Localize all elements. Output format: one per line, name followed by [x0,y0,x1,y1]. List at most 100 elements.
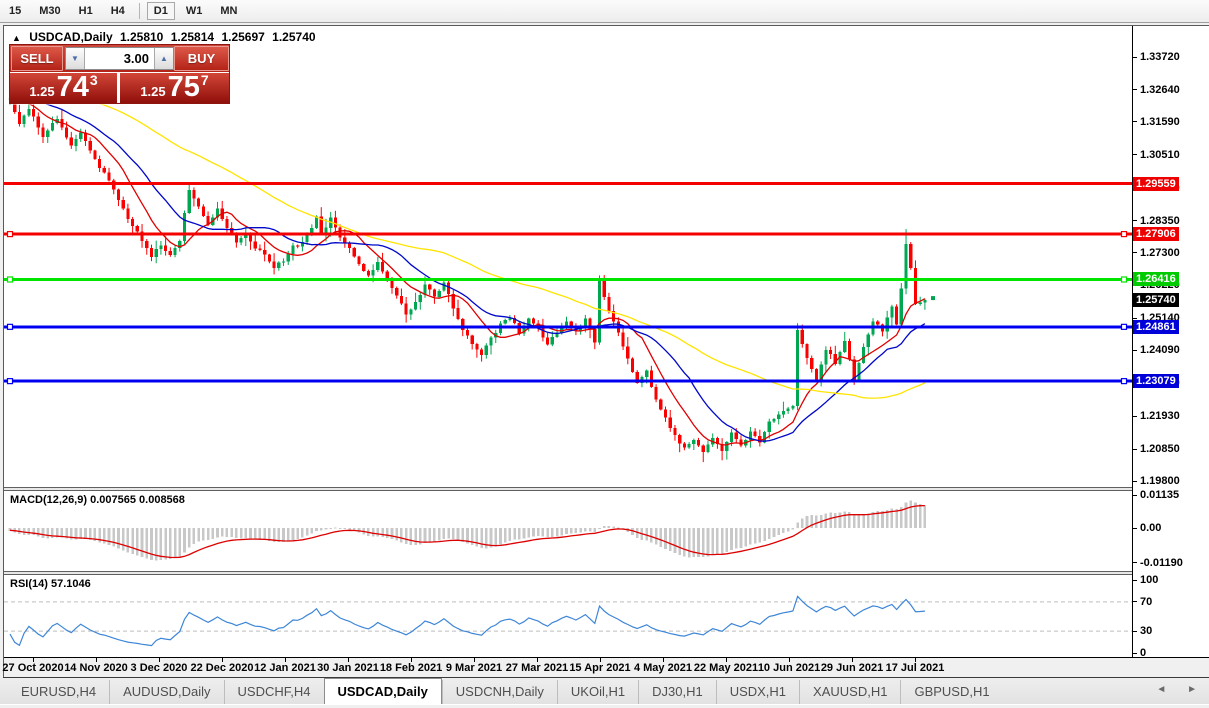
timeframe-button-15[interactable]: 15 [2,2,28,20]
timeframe-toolbar: 15 M30 H1 H4 D1 W1 MN [0,0,1209,23]
status-strip [0,704,1209,708]
timeframe-button-d1[interactable]: D1 [146,2,175,20]
axis-tick [1133,580,1137,581]
timeframe-button-mn[interactable]: MN [213,2,244,20]
chart-tab-usdx-h1[interactable]: USDX,H1 [715,680,799,704]
price-line-badge: 1.29559 [1133,177,1179,191]
price-tick-label: 1.24090 [1140,344,1180,356]
chart-tab-bar: EURUSD,H4 AUDUSD,Daily USDCHF,H4 USDCAD,Dai… [0,678,1209,704]
time-axis-line [4,657,1209,658]
chart-tab-usdcad-daily[interactable]: USDCAD,Daily [323,678,442,704]
axis-tick [1133,57,1137,58]
rsi-name: RSI(14) [10,578,48,590]
rsi-label: RSI(14) 57.1046 [10,578,91,590]
chart-tab-ukoil-h1[interactable]: UKOil,H1 [556,680,638,704]
date-label: 10 Jun 2021 [757,662,821,674]
axis-tick [1133,89,1137,90]
price-line-badge: 1.24861 [1133,320,1179,334]
tab-scroll-right-icon[interactable]: ► [1187,684,1197,695]
volume-field[interactable]: 3.00 [85,48,154,69]
rsi-tick-label: 30 [1140,625,1153,637]
volume-increase-icon[interactable]: ▲ [154,48,173,69]
buy-pips: 75 [167,71,200,103]
price-tick-label: 1.32640 [1140,84,1180,96]
volume-decrease-icon[interactable]: ▼ [66,48,85,69]
axis-tick [1133,601,1137,602]
macd-name: MACD(12,26,9) [10,494,88,506]
macd-values: 0.007565 0.008568 [90,494,185,506]
date-label: 22 May 2021 [693,662,759,674]
timeframe-button-h1[interactable]: H1 [72,2,100,20]
axis-tick [1133,631,1137,632]
open-value: 1.25810 [119,30,164,44]
axis-tick [1133,252,1137,253]
macd-label: MACD(12,26,9) 0.007565 0.008568 [10,494,185,506]
chart-tab-gbpusd-h1[interactable]: GBPUSD,H1 [900,680,1002,704]
close-value: 1.25740 [272,30,316,44]
date-label: 27 Oct 2020 [2,662,64,674]
tab-scroll-left-icon[interactable]: ◄ [1156,684,1166,695]
rsi-tick-label: 100 [1140,574,1159,586]
timeframe-button-h4[interactable]: H4 [104,2,132,20]
buy-pipette: 7 [200,72,209,88]
axis-tick [1133,121,1137,122]
chart-tab-xauusd-h1[interactable]: XAUUSD,H1 [799,680,900,704]
price-tick-label: 1.28350 [1140,215,1180,227]
buy-big-figure: 1.25 [140,84,166,99]
axis-tick [1133,562,1137,563]
one-click-trade-panel: SELL ▼ 3.00 ▲ BUY 1.25 74 3 1.25 75 7 [9,44,230,104]
sell-pipette: 3 [89,72,98,88]
axis-tick [1133,653,1137,654]
ohlc-header: ▲ USDCAD,Daily 1.25810 1.25814 1.25697 1… [12,30,320,44]
chart-tab-usdcnh-daily[interactable]: USDCNH,Daily [441,680,557,704]
date-label: 14 Nov 2020 [64,662,128,674]
price-line-badge: 1.26416 [1133,272,1179,286]
date-label: 22 Dec 2020 [190,662,254,674]
price-tick-label: 1.31590 [1140,116,1180,128]
date-label: 30 Jan 2021 [317,662,379,674]
date-label: 12 Jan 2021 [254,662,316,674]
high-value: 1.25814 [170,30,215,44]
trade-panel-top-row: SELL ▼ 3.00 ▲ BUY [10,45,229,72]
price-tick-label: 1.27300 [1140,247,1180,259]
date-label: 18 Feb 2021 [379,662,443,674]
macd-tick-label: -0.01190 [1140,557,1183,569]
symbol-name: USDCAD,Daily [29,30,113,44]
date-label: 29 Jun 2021 [820,662,884,674]
chart-tab-audusd-daily[interactable]: AUDUSD,Daily [109,680,223,704]
date-label: 27 Mar 2021 [505,662,569,674]
sell-price-button[interactable]: 1.25 74 3 [10,71,117,103]
buy-price-button[interactable]: 1.25 75 7 [120,71,229,103]
price-line-badge: 1.23079 [1133,374,1179,388]
low-value: 1.25697 [221,30,265,44]
axis-tick [1133,528,1137,529]
date-label: 3 Dec 2020 [130,662,188,674]
axis-tick [1133,481,1137,482]
axis-tick [1133,350,1137,351]
timeframe-button-w1[interactable]: W1 [179,2,210,20]
date-label: 4 May 2021 [633,662,693,674]
sell-button[interactable]: SELL [11,46,63,71]
date-label: 17 Jul 2021 [885,662,945,674]
date-label: 15 Apr 2021 [569,662,631,674]
toolbar-separator [138,3,140,19]
axis-tick [1133,220,1137,221]
collapse-icon[interactable]: ▲ [12,33,21,43]
price-tick-label: 1.19800 [1140,475,1180,487]
chart-tab-usdchf-h4[interactable]: USDCHF,H4 [223,680,324,704]
macd-tick-label: 0.01135 [1140,489,1180,501]
price-tick-label: 1.30510 [1140,149,1180,161]
sell-pips: 74 [56,71,89,103]
price-tick-label: 1.20850 [1140,443,1180,455]
buy-button[interactable]: BUY [174,46,229,71]
rsi-tick-label: 0 [1140,647,1147,659]
chart-tab-dj30-h1[interactable]: DJ30,H1 [638,680,716,704]
axis-tick [1133,449,1137,450]
chart-tab-eurusd-h4[interactable]: EURUSD,H4 [8,680,109,704]
rsi-pane[interactable] [4,575,1132,657]
timeframe-button-m30[interactable]: M30 [32,2,67,20]
price-tick-label: 1.21930 [1140,410,1180,422]
axis-tick [1133,416,1137,417]
rsi-value: 57.1046 [50,578,91,590]
rsi-tick-label: 70 [1140,596,1153,608]
